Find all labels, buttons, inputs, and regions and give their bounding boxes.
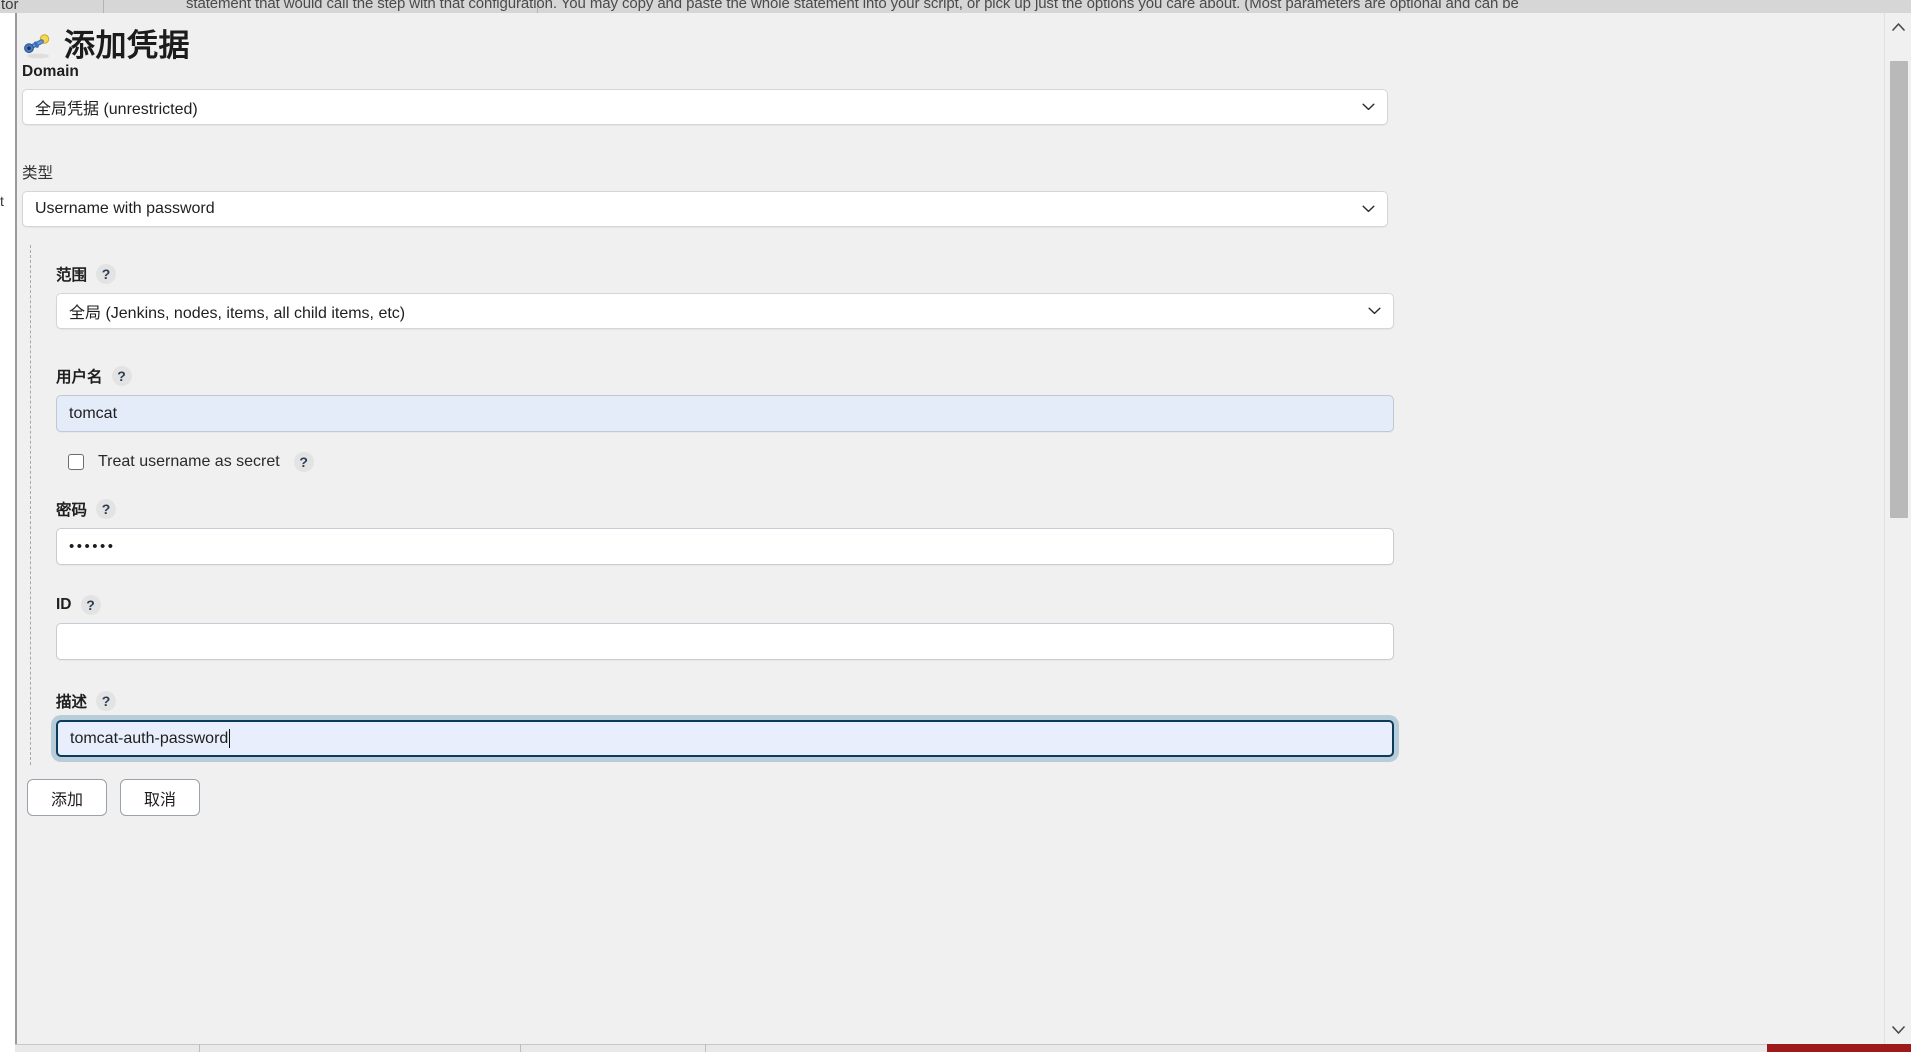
domain-select[interactable]: 全局凭据 (unrestricted) [22,89,1388,125]
background-top-text: statement that would call the step with … [186,0,1519,12]
type-select-value: Username with password [35,200,215,217]
screen: tor statement that would call the step w… [0,0,1911,1052]
username-label-text: 用户名 [56,369,103,386]
id-label-text: ID [56,596,72,613]
dialog-header: 添加凭据 [17,13,1884,63]
triangle-up-icon [1892,23,1905,31]
domain-select-value: 全局凭据 (unrestricted) [35,101,198,118]
background-page-top: tor statement that would call the step w… [0,0,1911,13]
scroll-down-arrow[interactable] [1885,1020,1911,1040]
password-label: 密码 ? [56,498,1884,520]
id-input[interactable] [56,623,1394,660]
description-input-value: tomcat-auth-password [70,729,229,747]
help-icon[interactable]: ? [96,691,117,711]
text-cursor [229,729,231,748]
dialog-actions: 添加 取消 [22,765,1884,816]
treat-username-secret-label: Treat username as secret [98,453,280,470]
bottom-tick [199,1044,200,1052]
help-icon[interactable]: ? [111,366,132,386]
treat-username-secret-checkbox[interactable] [68,454,84,470]
background-left-column-label: t [0,193,4,209]
background-column-divider [103,0,104,13]
help-icon[interactable]: ? [293,452,314,472]
domain-select-wrapper: 全局凭据 (unrestricted) [22,89,1388,125]
dialog-title: 添加凭据 [64,28,190,63]
id-label: ID ? [56,595,1884,615]
scope-select-wrapper: 全局 (Jenkins, nodes, items, all child ite… [56,293,1394,329]
description-input[interactable]: tomcat-auth-password [56,720,1394,757]
help-icon[interactable]: ? [80,595,101,615]
key-icon [22,30,54,62]
username-input[interactable]: tomcat [56,395,1394,432]
background-left-label: tor [1,0,19,13]
scroll-up-arrow[interactable] [1885,17,1911,37]
credential-details-section: 范围 ? 全局 (Jenkins, nodes, items, all chil… [30,245,1884,765]
description-label-text: 描述 [56,694,88,711]
bottom-status-strip [15,1044,1911,1052]
treat-username-secret-row: Treat username as secret ? [68,452,1884,472]
scope-select[interactable]: 全局 (Jenkins, nodes, items, all child ite… [56,293,1394,329]
description-label: 描述 ? [56,690,1884,712]
bottom-accent-bar [1767,1044,1911,1052]
add-button[interactable]: 添加 [27,779,107,816]
password-label-text: 密码 [56,502,88,519]
help-icon[interactable]: ? [96,264,117,284]
scope-select-value: 全局 (Jenkins, nodes, items, all child ite… [69,305,406,322]
bottom-tick [705,1044,706,1052]
scrollbar-thumb[interactable] [1890,61,1908,518]
username-input-value: tomcat [69,404,118,422]
scope-label-text: 范围 [56,267,88,284]
type-label-text: 类型 [22,165,54,182]
type-label: 类型 [22,161,1884,183]
background-left-column: t [0,13,15,1052]
bottom-tick [520,1044,521,1052]
domain-label: Domain [22,63,1884,81]
add-credentials-dialog: 添加凭据 Domain 全局凭据 (unrestricted) 类型 Usern… [15,13,1884,1052]
triangle-down-icon [1892,1026,1905,1034]
cancel-button[interactable]: 取消 [120,779,200,816]
password-input[interactable]: •••••• [56,528,1394,565]
help-icon[interactable]: ? [96,499,117,519]
type-select-wrapper: Username with password [22,191,1388,227]
type-select[interactable]: Username with password [22,191,1388,227]
username-label: 用户名 ? [56,365,1884,387]
domain-label-text: Domain [22,63,79,80]
password-input-value: •••••• [69,538,116,555]
vertical-scrollbar[interactable] [1884,13,1911,1052]
scope-label: 范围 ? [56,263,1884,285]
